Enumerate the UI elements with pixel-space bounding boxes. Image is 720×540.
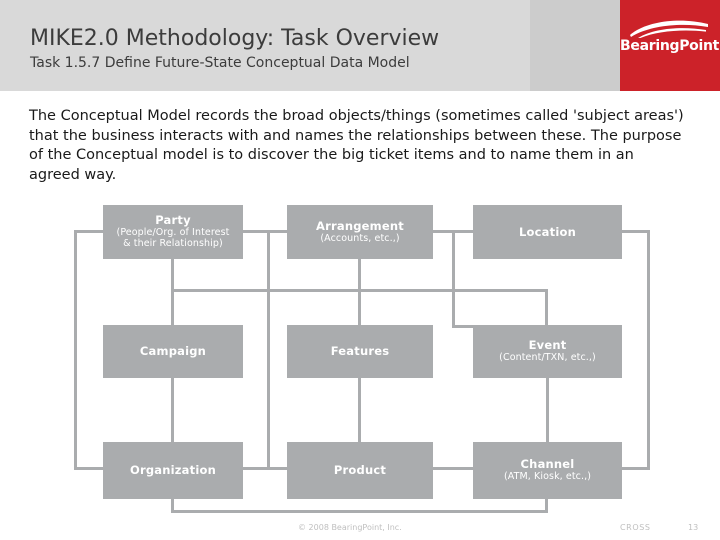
connector-product-channel bbox=[433, 467, 473, 470]
node-organization-title: Organization bbox=[130, 463, 216, 478]
slide: BearingPoint. MIKE2.0 Methodology: Task … bbox=[0, 0, 720, 540]
connector-party-arrangement bbox=[243, 230, 287, 233]
node-location[interactable]: Location bbox=[473, 205, 622, 259]
node-party-title: Party bbox=[155, 213, 191, 228]
node-location-title: Location bbox=[519, 224, 576, 239]
node-event[interactable]: Event (Content/TXN, etc.,) bbox=[473, 325, 622, 378]
node-party[interactable]: Party (People/Org. of Interest & their R… bbox=[103, 205, 243, 259]
connector-bottom-bus bbox=[171, 510, 548, 513]
node-product-title: Product bbox=[333, 463, 387, 478]
node-features-title: Features bbox=[330, 344, 390, 359]
node-organization[interactable]: Organization bbox=[103, 442, 243, 499]
connector-left-spine-vertical bbox=[267, 230, 270, 470]
node-campaign[interactable]: Campaign bbox=[103, 325, 243, 378]
footer-page-number: 13 bbox=[688, 523, 699, 532]
connector-location-right-stub bbox=[622, 230, 650, 233]
conceptual-data-model-diagram: Party (People/Org. of Interest & their R… bbox=[0, 0, 720, 540]
connector-campaign-organization-vertical bbox=[171, 378, 174, 442]
node-features[interactable]: Features bbox=[287, 325, 433, 378]
connector-right-spine-vertical bbox=[452, 230, 455, 327]
connector-midrow-bus-right-drop bbox=[545, 289, 548, 329]
node-channel-title: Channel bbox=[520, 457, 575, 472]
node-arrangement-title: Arrangement bbox=[316, 218, 404, 233]
footer-code: CROSS bbox=[620, 523, 651, 532]
connector-party-campaign-vertical bbox=[171, 259, 174, 325]
connector-midrow-bus bbox=[171, 289, 548, 292]
connector-event-left-stub bbox=[452, 325, 474, 328]
connector-bottom-right-drop bbox=[545, 499, 548, 513]
connector-arrangement-features-vertical bbox=[358, 259, 361, 325]
node-event-title: Event bbox=[528, 338, 567, 353]
footer-copyright: © 2008 BearingPoint, Inc. bbox=[298, 523, 402, 532]
connector-left-outer-vertical bbox=[74, 230, 77, 470]
connector-event-channel-vertical bbox=[546, 378, 549, 442]
node-campaign-title: Campaign bbox=[139, 344, 207, 359]
connector-organization-product bbox=[243, 467, 287, 470]
node-channel-subtitle: (ATM, Kiosk, etc.,) bbox=[503, 471, 592, 483]
connector-channel-right-stub bbox=[622, 467, 650, 470]
node-channel[interactable]: Channel (ATM, Kiosk, etc.,) bbox=[473, 442, 622, 499]
node-arrangement[interactable]: Arrangement (Accounts, etc.,) bbox=[287, 205, 433, 259]
connector-party-left-stub bbox=[74, 230, 103, 233]
connector-features-product-vertical bbox=[358, 378, 361, 442]
connector-right-outer-vertical bbox=[647, 230, 650, 470]
node-product[interactable]: Product bbox=[287, 442, 433, 499]
node-arrangement-subtitle: (Accounts, etc.,) bbox=[320, 232, 400, 244]
node-event-subtitle: (Content/TXN, etc.,) bbox=[499, 352, 596, 364]
node-party-subtitle-line2: & their Relationship) bbox=[123, 237, 223, 249]
connector-organization-left-stub bbox=[74, 467, 103, 470]
